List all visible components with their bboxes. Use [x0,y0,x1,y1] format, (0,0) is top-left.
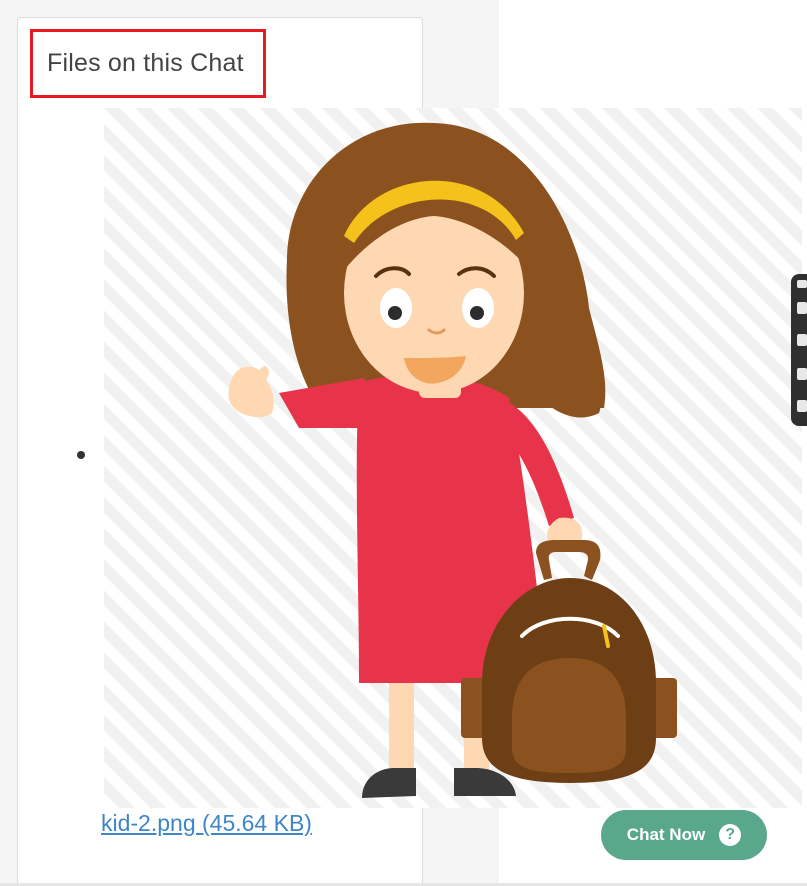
help-icon: ? [719,824,742,846]
chat-now-button[interactable]: Chat Now ? [601,810,767,860]
chat-now-label: Chat Now [626,825,706,844]
copy-icon[interactable] [797,368,807,380]
file-download-link[interactable]: kid-2.png (45.64 KB) [101,810,312,837]
toolbar-icon[interactable] [797,302,807,314]
file-preview-image[interactable] [104,108,802,808]
side-toolbar [791,274,807,426]
star-icon[interactable] [797,280,807,288]
panel-title: Files on this Chat [47,49,244,77]
girl-with-backpack-illustration [104,108,802,808]
title-highlight-box: Files on this Chat [30,29,266,98]
puzzle-icon[interactable] [797,400,807,412]
toolbar-icon[interactable] [797,334,807,346]
list-bullet [77,451,85,459]
